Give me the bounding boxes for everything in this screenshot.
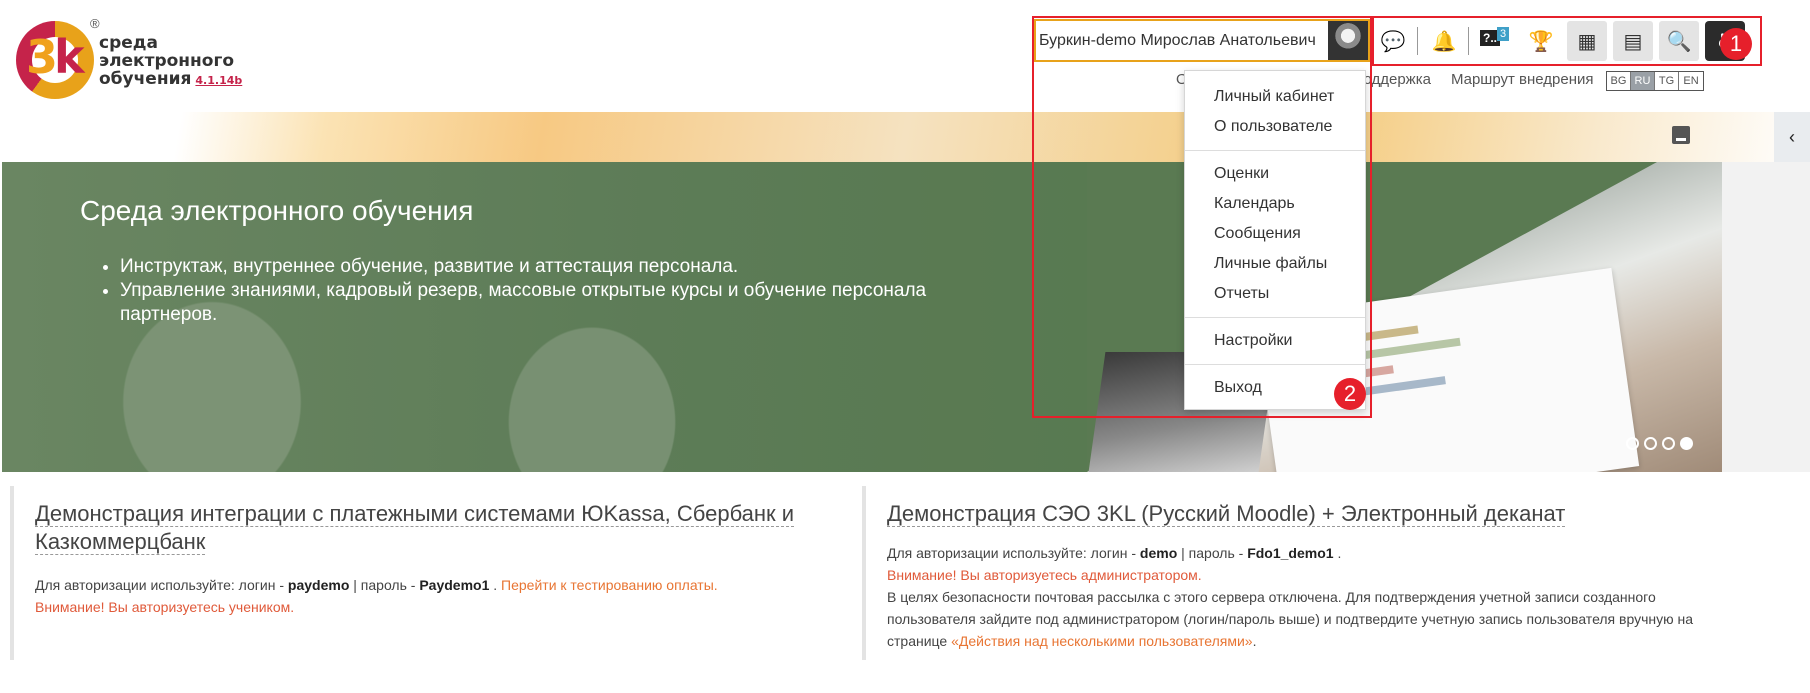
user-name: Буркин-demo Мирослав Анатольевич xyxy=(1039,31,1316,49)
top-toolbar: 💬 🔔 ?.. 3 🏆 ▦ ▤ 🔍 ♿ xyxy=(1373,20,1751,62)
header: 3k ® среда электронного обучения 4.1.14b … xyxy=(0,0,1810,112)
catalog-button[interactable]: ▤ xyxy=(1613,21,1653,61)
warning-text: Внимание! Вы авторизуетесь учеником. xyxy=(35,599,295,615)
chevron-left-icon: ‹ xyxy=(1789,126,1795,147)
slider-dots xyxy=(1626,437,1693,450)
lang-ru[interactable]: RU xyxy=(1631,72,1655,90)
drawer-toggle[interactable]: ‹ xyxy=(1774,112,1810,162)
block-icon[interactable]: ▬ xyxy=(1672,126,1690,144)
hero-bullet: Инструктаж, внутреннее обучение, развити… xyxy=(120,255,1000,279)
menu-item-preferences[interactable]: Настройки xyxy=(1185,326,1365,356)
card-body: Для авторизации используйте: логин - dem… xyxy=(887,545,1694,649)
dashboard-button[interactable]: ▦ xyxy=(1567,21,1607,61)
slider-dot[interactable] xyxy=(1662,437,1675,450)
hero-bullet: Управление знаниями, кадровый резерв, ма… xyxy=(120,279,1000,327)
bell-icon: 🔔 xyxy=(1431,30,1457,53)
search-icon: 🔍 xyxy=(1666,30,1692,53)
menu-divider xyxy=(1185,150,1365,151)
test-payment-link[interactable]: Перейти к тестированию оплаты. xyxy=(501,577,718,593)
trophy-icon: 🏆 xyxy=(1528,30,1554,53)
nav-link-implementation-route[interactable]: Маршрут внедрения xyxy=(1451,71,1594,88)
search-button[interactable]: 🔍 xyxy=(1659,21,1699,61)
logo-text: среда электронного обучения 4.1.14b xyxy=(99,33,243,89)
demo-card-moodle: Демонстрация СЭО 3KL (Русский Moodle) + … xyxy=(862,486,1742,660)
bulk-user-actions-link[interactable]: «Действия над несколькими пользователями… xyxy=(951,633,1253,649)
avatar xyxy=(1328,21,1368,60)
menu-item-profile[interactable]: О пользователе xyxy=(1185,112,1365,142)
menu-item-messages[interactable]: Сообщения xyxy=(1185,219,1365,249)
menu-item-reports[interactable]: Отчеты xyxy=(1185,279,1365,309)
menu-item-grades[interactable]: Оценки xyxy=(1185,159,1365,189)
login-value: demo xyxy=(1139,545,1178,561)
lang-en[interactable]: EN xyxy=(1679,72,1703,90)
menu-divider xyxy=(1185,364,1365,365)
version-link[interactable]: 4.1.14b xyxy=(195,74,242,87)
language-switcher: BG RU TG EN xyxy=(1606,71,1704,91)
menu-item-calendar[interactable]: Календарь xyxy=(1185,189,1365,219)
password-value: Paydemo1 xyxy=(419,577,490,593)
menu-divider xyxy=(1185,317,1365,318)
logo-glyph: 3k xyxy=(26,30,85,84)
hero-title: Среда электронного обучения xyxy=(80,195,474,226)
decorative-stripe xyxy=(0,112,1810,162)
login-value: paydemo xyxy=(287,577,350,593)
annotation-marker-2: 2 xyxy=(1334,378,1366,410)
menu-item-private-files[interactable]: Личные файлы xyxy=(1185,249,1365,279)
dashboard-grid-icon: ▦ xyxy=(1577,30,1597,53)
card-body: Для авторизации используйте: логин - pay… xyxy=(35,577,718,615)
annotation-marker-1: 1 xyxy=(1720,28,1752,60)
toolbar-divider xyxy=(1468,27,1469,55)
menu-item-dashboard[interactable]: Личный кабинет xyxy=(1185,82,1365,112)
password-value: Fdo1_demo1 xyxy=(1247,545,1334,561)
card-title-link[interactable]: Демонстрация интеграции с платежными сис… xyxy=(35,501,795,555)
lang-tg[interactable]: TG xyxy=(1655,72,1679,90)
achievements-button[interactable]: 🏆 xyxy=(1521,21,1561,61)
hero-right-panel xyxy=(1722,162,1810,472)
slider-dot[interactable] xyxy=(1626,437,1639,450)
demo-card-payments: Демонстрация интеграции с платежными сис… xyxy=(10,486,850,660)
slider-dot[interactable] xyxy=(1644,437,1657,450)
slider-dot-active[interactable] xyxy=(1680,437,1693,450)
hero-bullets: Инструктаж, внутреннее обучение, развити… xyxy=(120,255,1000,327)
site-logo[interactable]: 3k ® среда электронного обучения 4.1.14b xyxy=(16,16,256,102)
catalog-icon: ▤ xyxy=(1623,30,1643,53)
warning-text: Внимание! Вы авторизуетесь администратор… xyxy=(887,567,1202,583)
logo-registered-mark: ® xyxy=(90,16,100,31)
card-title-link[interactable]: Демонстрация СЭО 3KL (Русский Moodle) + … xyxy=(887,501,1566,527)
toolbar-divider xyxy=(1417,27,1418,55)
questions-button[interactable]: ?.. 3 xyxy=(1475,21,1515,61)
user-menu-toggle[interactable]: Буркин-demo Мирослав Анатольевич xyxy=(1034,19,1370,62)
lang-bg[interactable]: BG xyxy=(1607,72,1631,90)
questions-count-badge: 3 xyxy=(1497,27,1510,41)
chat-icon: 💬 xyxy=(1380,30,1406,53)
hero-slider: Среда электронного обучения Инструктаж, … xyxy=(2,162,1722,472)
messages-button[interactable]: 💬 xyxy=(1373,21,1413,61)
notifications-button[interactable]: 🔔 xyxy=(1424,21,1464,61)
user-dropdown-menu: Личный кабинет О пользователе Оценки Кал… xyxy=(1184,70,1366,410)
